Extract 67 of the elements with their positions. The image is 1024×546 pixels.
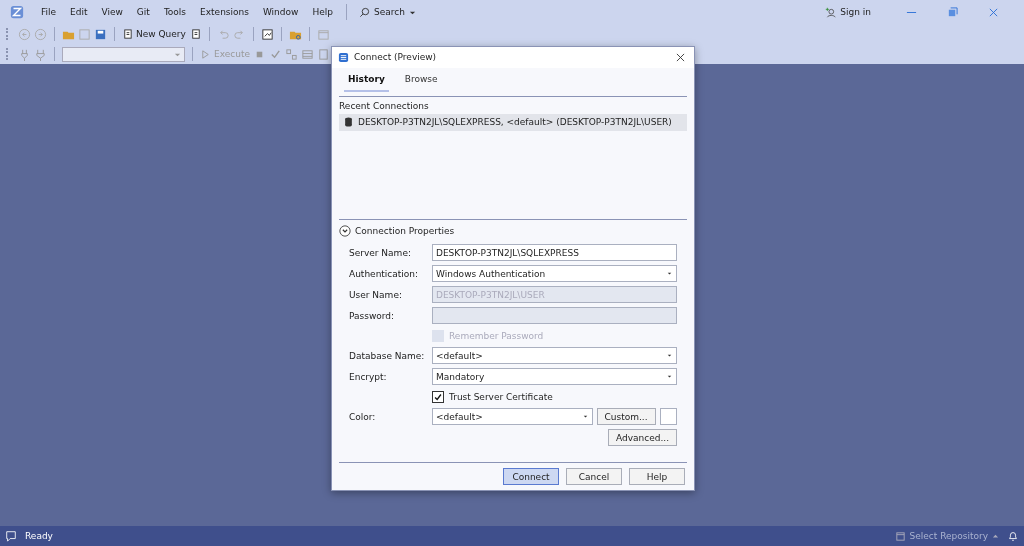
- bell-icon[interactable]: [1007, 530, 1019, 542]
- advanced-button[interactable]: Advanced...: [607, 429, 677, 446]
- field-label: Server Name:: [349, 247, 412, 258]
- dropdown[interactable]: Mandatory: [432, 368, 677, 385]
- play-icon: [200, 48, 211, 60]
- menu-item[interactable]: Tools: [156, 7, 194, 17]
- unplug-icon[interactable]: [34, 47, 47, 61]
- back-icon[interactable]: [18, 27, 31, 41]
- tab[interactable]: Browse: [400, 73, 442, 92]
- chart-icon[interactable]: [260, 27, 274, 41]
- input-field[interactable]: DESKTOP-P3TN2JL\SQLEXPRESS: [432, 244, 677, 261]
- chevron-circle-icon: [339, 225, 351, 237]
- new-query-button[interactable]: New Query: [122, 28, 186, 40]
- dialog-title: Connect (Preview): [354, 52, 438, 63]
- save-all-icon[interactable]: [94, 27, 107, 41]
- dropdown[interactable]: <default>: [432, 408, 593, 425]
- search-button[interactable]: Search: [352, 6, 422, 18]
- checkbox[interactable]: Trust Server Certificate: [432, 389, 677, 404]
- search-icon: [358, 6, 370, 18]
- select-repository-button[interactable]: Select Repository: [894, 530, 999, 542]
- app-logo-icon: [338, 51, 349, 63]
- dialog-button[interactable]: Connect: [503, 468, 559, 485]
- caret-icon: [666, 373, 673, 380]
- dropdown[interactable]: Windows Authentication: [432, 265, 677, 282]
- message-icon: [5, 530, 17, 542]
- field-label: Password:: [349, 310, 396, 321]
- color-swatch[interactable]: [659, 408, 677, 425]
- database-dropdown[interactable]: [62, 46, 185, 62]
- window-icon[interactable]: [316, 27, 330, 41]
- field-label: User Name:: [349, 289, 403, 300]
- menu-item[interactable]: File: [34, 7, 64, 17]
- restore-icon[interactable]: [947, 6, 958, 18]
- plug-icon[interactable]: [18, 47, 31, 61]
- checkmark-icon: [433, 391, 443, 402]
- database-icon: [344, 117, 353, 128]
- field-label: Color:: [349, 411, 377, 422]
- custom-button[interactable]: Custom...: [596, 408, 656, 425]
- field-label: Authentication:: [349, 268, 420, 279]
- close-icon[interactable]: [676, 52, 685, 62]
- menu-item[interactable]: Git: [129, 7, 157, 17]
- field-label: Database Name:: [349, 350, 426, 361]
- menu-item[interactable]: Window: [255, 7, 306, 17]
- forward-icon[interactable]: [34, 27, 47, 41]
- status-text: Ready: [25, 531, 53, 541]
- menu-item[interactable]: Edit: [63, 7, 95, 17]
- dropdown[interactable]: <default>: [432, 347, 677, 364]
- connection-item[interactable]: DESKTOP-P3TN2JL\SQLEXPRESS, <default> (DESKTOP-P3TN2JL\USER): [339, 113, 687, 131]
- section-heading: Recent Connections: [339, 100, 430, 111]
- menu-item[interactable]: Help: [305, 7, 340, 17]
- file-icon[interactable]: [317, 47, 330, 61]
- plan-icon[interactable]: [285, 47, 298, 61]
- caret-icon: [666, 270, 673, 277]
- field-label: Encrypt:: [349, 371, 388, 382]
- repository-icon: [894, 530, 906, 542]
- app-logo-icon: [10, 5, 24, 19]
- caret-icon: [666, 352, 673, 359]
- tab[interactable]: History: [344, 73, 389, 92]
- document-icon: [122, 28, 133, 40]
- dialog-button[interactable]: Help: [629, 468, 685, 485]
- grid-icon[interactable]: [301, 47, 314, 61]
- connection-properties-toggle[interactable]: Connection Properties: [339, 225, 687, 237]
- menu-item[interactable]: View: [94, 7, 130, 17]
- menu-item[interactable]: Extensions: [193, 7, 256, 17]
- caret-icon: [992, 532, 999, 540]
- dialog-button[interactable]: Cancel: [566, 468, 622, 485]
- sign-in-button[interactable]: Sign in: [825, 6, 871, 18]
- person-icon: [825, 6, 837, 18]
